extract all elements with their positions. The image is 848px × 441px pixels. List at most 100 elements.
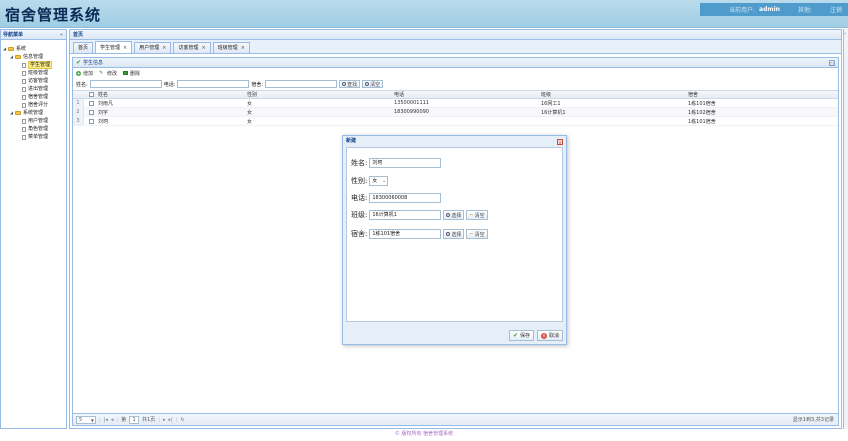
delete-icon xyxy=(123,71,129,75)
name-row: 姓名: 刘珂 xyxy=(351,158,442,168)
nav-item[interactable]: 宿舍管理 xyxy=(3,93,66,101)
file-icon xyxy=(22,78,26,84)
edit-button[interactable]: ✎ 修改 xyxy=(99,70,117,77)
cancel-button[interactable]: ✕ 取消 xyxy=(536,330,563,341)
select-all-checkbox[interactable] xyxy=(88,92,94,97)
other-link[interactable]: 其他: xyxy=(798,5,812,14)
app-title: 宿舍管理系统 xyxy=(5,6,102,24)
nav-item-label: 班级管理 xyxy=(28,70,49,76)
class-select-button[interactable]: 选择 xyxy=(443,210,465,220)
grid-title: 学生信息 xyxy=(83,59,104,66)
nav-item[interactable]: ◢ 系统 xyxy=(3,45,66,53)
search-name-input[interactable] xyxy=(89,80,162,88)
current-user-label: 当前用户: xyxy=(728,7,756,14)
row-checkbox[interactable] xyxy=(88,118,94,124)
col-phone[interactable]: 电话 xyxy=(394,91,541,98)
user-bar: 当前用户: admin 其他: 注销 xyxy=(700,3,848,16)
cell-phone: 13500001111 xyxy=(394,100,429,106)
find-button[interactable]: 查找 xyxy=(339,80,361,88)
class-field[interactable]: 16计算机1 xyxy=(369,210,442,220)
prev-page-icon[interactable]: ◂ xyxy=(111,417,114,423)
sex-row: 性别: 女 ⌄ xyxy=(351,176,389,186)
name-field[interactable]: 刘珂 xyxy=(369,158,442,168)
brush-icon: ⌐ xyxy=(469,212,474,218)
dorm-field[interactable]: 1栋101宿舍 xyxy=(369,229,442,239)
nav-item-label: 学生管理 xyxy=(28,61,53,69)
tab[interactable]: 首页 xyxy=(73,42,94,53)
current-user-name: admin xyxy=(759,6,780,13)
logout-link[interactable]: 注销 xyxy=(830,5,842,14)
file-icon xyxy=(22,134,26,140)
edit-button-label: 修改 xyxy=(107,70,118,77)
refresh-icon[interactable]: ↻ xyxy=(180,417,184,423)
cancel-button-label: 取消 xyxy=(548,333,559,339)
row-checkbox[interactable] xyxy=(88,100,94,106)
nav-item[interactable]: 用户管理 xyxy=(3,117,66,125)
dorm-clear-label: 清空 xyxy=(474,231,485,238)
expand-icon[interactable]: ‹ xyxy=(844,31,846,37)
col-name[interactable]: 姓名 xyxy=(98,91,247,98)
sex-select[interactable]: 女 ⌄ xyxy=(369,176,389,186)
dialog-header: 新建 ✕ xyxy=(343,136,566,147)
tab-label: 访客管理 xyxy=(178,45,199,51)
search-phone-input[interactable] xyxy=(177,80,250,88)
add-icon: + xyxy=(76,70,81,76)
table-row[interactable]: 2 刘宇 女 18300990090 16计算机1 1栋102宿舍 xyxy=(73,108,838,117)
class-clear-label: 清空 xyxy=(474,212,485,219)
next-page-icon[interactable]: ▸ xyxy=(163,417,166,423)
phone-field[interactable]: 18300060008 xyxy=(369,193,442,203)
tab[interactable]: 班级管理 × xyxy=(212,42,250,53)
east-panel-collapsed[interactable]: ‹ xyxy=(843,29,848,429)
tab-close-icon[interactable]: × xyxy=(162,43,166,53)
close-icon[interactable]: ✕ xyxy=(557,139,563,145)
file-icon xyxy=(22,118,26,124)
search-dorm-input[interactable] xyxy=(265,80,338,88)
last-page-icon[interactable]: ▸| xyxy=(169,417,173,423)
nav-item[interactable]: 班级管理 xyxy=(3,69,66,77)
save-button-label: 保存 xyxy=(519,333,530,339)
dorm-select-button[interactable]: 选择 xyxy=(443,229,465,239)
nav-item[interactable]: ◢ 信息管理 xyxy=(3,53,66,61)
clear-search-button[interactable]: 清空 xyxy=(362,80,384,88)
app-header: 宿舍管理系统 当前用户: admin 其他: 注销 xyxy=(0,0,848,28)
nav-item-label: 宿舍评分 xyxy=(28,102,49,108)
dialog-footer: ✔ 保存 ✕ 取消 xyxy=(508,330,563,341)
nav-item[interactable]: 进出管理 xyxy=(3,85,66,93)
save-button[interactable]: ✔ 保存 xyxy=(508,330,534,341)
row-checkbox[interactable] xyxy=(88,109,94,115)
table-row[interactable]: 1 刘雨凡 女 13500001111 16网工1 1栋101宿舍 xyxy=(73,99,838,108)
dorm-row: 宿舍: 1栋101宿舍 选择 ⌐ 清空 xyxy=(351,229,488,239)
nav-item-label: 系统管理 xyxy=(23,110,44,116)
nav-item[interactable]: 菜单管理 xyxy=(3,133,66,141)
nav-item[interactable]: ◢ 系统管理 xyxy=(3,109,66,117)
tab[interactable]: 学生管理 × xyxy=(95,41,133,53)
page-size-select[interactable]: 5 ▼ xyxy=(76,415,96,424)
grid-toolbar: + 增加 ✎ 修改 删除 xyxy=(73,68,838,78)
col-dorm[interactable]: 宿舍 xyxy=(688,91,808,98)
tab-close-icon[interactable]: × xyxy=(241,43,245,53)
add-button[interactable]: + 增加 xyxy=(76,70,93,77)
nav-item[interactable]: 宿舍评分 xyxy=(3,101,66,109)
page-number-input[interactable]: 1 xyxy=(129,415,140,424)
nav-panel-header: 导航菜单 « xyxy=(1,30,66,40)
phone-label: 电话: xyxy=(351,194,368,202)
tab[interactable]: 用户管理 × xyxy=(134,42,172,53)
col-class[interactable]: 班级 xyxy=(541,91,688,98)
tab-close-icon[interactable]: × xyxy=(201,43,205,53)
nav-item[interactable]: 学生管理 xyxy=(3,61,66,69)
first-page-icon[interactable]: |◂ xyxy=(104,417,108,423)
tab-close-icon[interactable]: × xyxy=(123,43,127,53)
nav-item[interactable]: 角色管理 xyxy=(3,125,66,133)
nav-item[interactable]: 访客管理 xyxy=(3,77,66,85)
delete-button[interactable]: 删除 xyxy=(123,70,140,77)
check-icon: ✔ xyxy=(76,58,82,66)
file-icon xyxy=(22,86,26,92)
dorm-clear-button[interactable]: ⌐ 清空 xyxy=(466,229,488,239)
class-clear-button[interactable]: ⌐ 清空 xyxy=(466,210,488,220)
panel-tool-icon[interactable]: □ xyxy=(829,59,835,66)
col-sex[interactable]: 性别 xyxy=(247,91,394,98)
collapse-icon[interactable]: « xyxy=(60,30,63,40)
tab[interactable]: 访客管理 × xyxy=(173,42,211,53)
table-row[interactable]: 3 刘珂 女 1栋101宿舍 xyxy=(73,117,838,126)
chevron-down-icon: ⌄ xyxy=(382,178,387,184)
